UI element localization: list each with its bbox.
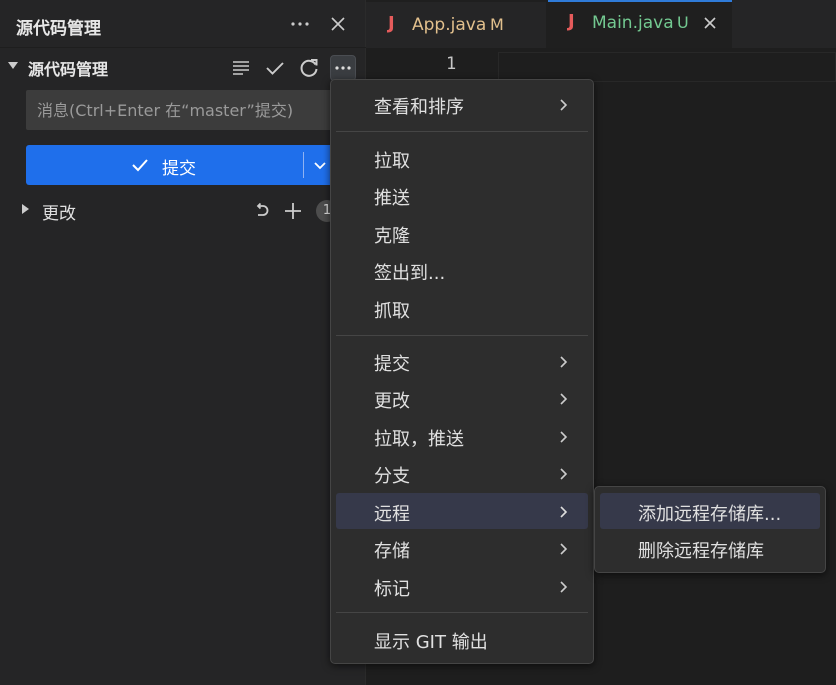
- chevron-right-icon: [556, 504, 570, 518]
- menu-item-changes[interactable]: 更改: [336, 380, 588, 416]
- menu-item-label: 分支: [374, 466, 410, 487]
- more-actions-menu: 查看和排序 拉取 推送 克隆 签出到... 抓取 提交 更改 拉取，推送 分支 …: [330, 79, 594, 664]
- menu-separator: [336, 335, 588, 336]
- menu-item-label: 删除远程存储库: [638, 541, 764, 562]
- commit-button-main[interactable]: 提交: [26, 145, 303, 185]
- more-actions-icon[interactable]: [330, 55, 356, 81]
- menu-item-clone[interactable]: 克隆: [336, 215, 588, 251]
- menu-item-label: 显示 GIT 输出: [374, 632, 488, 653]
- changes-label: 更改: [42, 204, 76, 224]
- menu-item-stash[interactable]: 存储: [336, 530, 588, 566]
- view-as-list-icon[interactable]: [228, 55, 254, 81]
- menu-item-branch[interactable]: 分支: [336, 455, 588, 491]
- tab-main-java[interactable]: J Main.java U: [548, 0, 732, 48]
- menu-item-label: 提交: [374, 354, 410, 375]
- menu-item-label: 拉取: [374, 151, 410, 172]
- chevron-right-icon: [556, 391, 570, 405]
- repository-label: 源代码管理: [28, 60, 109, 79]
- menu-item-fetch[interactable]: 抓取: [336, 290, 588, 326]
- chevron-right-icon: [556, 466, 570, 480]
- menu-separator: [336, 131, 588, 132]
- tab-app-java[interactable]: J App.java M: [366, 2, 546, 48]
- tab-bar-empty-space: [732, 0, 836, 48]
- menu-item-label: 远程: [374, 504, 410, 525]
- menu-item-label: 推送: [374, 188, 410, 209]
- editor-tab-bar: J App.java M J Main.java U: [366, 0, 836, 48]
- commit-button[interactable]: 提交: [26, 145, 346, 185]
- menu-item-commit[interactable]: 提交: [336, 343, 588, 379]
- java-file-icon: J: [388, 13, 395, 34]
- menu-item-pull[interactable]: 拉取: [336, 140, 588, 176]
- menu-item-label: 克隆: [374, 226, 410, 247]
- sidebar-title: 源代码管理: [16, 19, 101, 39]
- repository-section-header[interactable]: 源代码管理: [0, 52, 366, 82]
- menu-item-label: 更改: [374, 391, 410, 412]
- source-control-sidebar: 源代码管理 源代码管理 提交: [0, 0, 366, 685]
- tab-label: App.java: [412, 15, 487, 35]
- line-number: 1: [446, 54, 457, 74]
- menu-item-tags[interactable]: 标记: [336, 568, 588, 604]
- commit-button-label: 提交: [162, 159, 196, 179]
- tab-label: Main.java: [592, 13, 674, 33]
- close-icon[interactable]: [326, 12, 350, 36]
- menu-item-remove-remote[interactable]: 删除远程存储库: [600, 530, 820, 566]
- chevron-right-icon[interactable]: [22, 204, 29, 214]
- menu-item-label: 存储: [374, 541, 410, 562]
- check-icon[interactable]: [262, 55, 288, 81]
- chevron-right-icon: [556, 354, 570, 368]
- refresh-icon[interactable]: [296, 55, 322, 81]
- close-icon[interactable]: [701, 14, 719, 32]
- check-icon: [130, 155, 150, 175]
- tab-status-untracked: U: [677, 13, 689, 32]
- chevron-right-icon: [556, 541, 570, 555]
- ellipsis-icon[interactable]: [288, 12, 312, 36]
- menu-item-push[interactable]: 推送: [336, 177, 588, 213]
- divider: [303, 152, 304, 178]
- menu-item-show-git-output[interactable]: 显示 GIT 输出: [336, 621, 588, 657]
- menu-item-label: 签出到...: [374, 263, 446, 284]
- stage-all-icon[interactable]: [282, 200, 304, 222]
- chevron-down-icon[interactable]: [310, 155, 330, 175]
- chevron-down-icon[interactable]: [8, 62, 18, 69]
- changes-section-header[interactable]: 更改 1: [0, 196, 366, 226]
- sidebar-header: 源代码管理: [0, 0, 366, 48]
- remote-submenu: 添加远程存储库... 删除远程存储库: [594, 486, 826, 573]
- menu-item-label: 标记: [374, 579, 410, 600]
- discard-changes-icon[interactable]: [250, 200, 272, 222]
- menu-item-label: 添加远程存储库...: [638, 504, 782, 525]
- menu-item-pull-push[interactable]: 拉取，推送: [336, 418, 588, 454]
- menu-item-label: 抓取: [374, 301, 410, 322]
- chevron-right-icon: [556, 579, 570, 593]
- menu-item-label: 拉取，推送: [374, 429, 464, 450]
- chevron-right-icon: [556, 429, 570, 443]
- commit-message-input[interactable]: [26, 90, 346, 130]
- menu-item-view-and-sort[interactable]: 查看和排序: [336, 86, 588, 122]
- java-file-icon: J: [568, 11, 575, 32]
- menu-separator: [336, 612, 588, 613]
- chevron-right-icon: [556, 97, 570, 111]
- menu-item-label: 查看和排序: [374, 97, 464, 118]
- menu-item-add-remote[interactable]: 添加远程存储库...: [600, 493, 820, 529]
- menu-item-remote[interactable]: 远程: [336, 493, 588, 529]
- tab-status-modified: M: [490, 15, 504, 34]
- current-line-highlight: [498, 52, 836, 82]
- menu-item-checkout-to[interactable]: 签出到...: [336, 252, 588, 288]
